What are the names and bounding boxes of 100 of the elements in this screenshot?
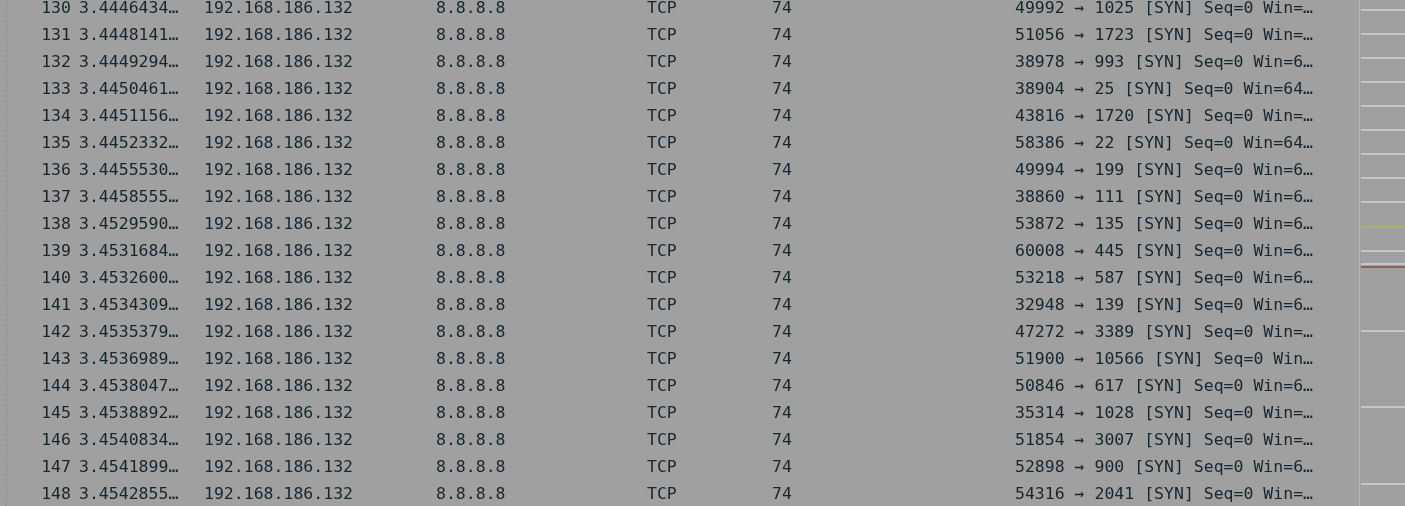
protocol: TCP: [647, 160, 677, 180]
packet-time: 3.4529590…: [79, 214, 179, 234]
packet-info: 52898 → 900 [SYN] Seq=0 Win=6…: [1015, 457, 1313, 477]
protocol: TCP: [647, 106, 677, 126]
destination-address: 8.8.8.8: [436, 106, 506, 126]
source-address: 192.168.186.132: [204, 133, 353, 153]
packet-length: 74: [772, 106, 792, 126]
protocol: TCP: [647, 484, 677, 504]
protocol: TCP: [647, 0, 677, 18]
destination-address: 8.8.8.8: [436, 79, 506, 99]
protocol: TCP: [647, 214, 677, 234]
source-address: 192.168.186.132: [204, 295, 353, 315]
packet-info: 53218 → 587 [SYN] Seq=0 Win=6…: [1015, 268, 1313, 288]
packet-number: 148: [41, 484, 72, 504]
destination-address: 8.8.8.8: [436, 52, 506, 72]
protocol: TCP: [647, 25, 677, 45]
source-address: 192.168.186.132: [204, 52, 353, 72]
packet-time: 3.4451156…: [79, 106, 179, 126]
packet-number: 132: [41, 52, 72, 72]
source-address: 192.168.186.132: [204, 376, 353, 396]
packet-time: 3.4536989…: [79, 349, 179, 369]
source-address: 192.168.186.132: [204, 79, 353, 99]
packet-length: 74: [772, 0, 792, 18]
packet-number: 144: [41, 376, 72, 396]
destination-address: 8.8.8.8: [436, 133, 506, 153]
packet-number: 136: [41, 160, 72, 180]
packet-info: 50846 → 617 [SYN] Seq=0 Win=6…: [1015, 376, 1313, 396]
packet-time: 3.4532600…: [79, 268, 179, 288]
packet-length: 74: [772, 160, 792, 180]
destination-address: 8.8.8.8: [436, 349, 506, 369]
packet-length: 74: [772, 376, 792, 396]
source-address: 192.168.186.132: [204, 430, 353, 450]
packet-time: 3.4455530…: [79, 160, 179, 180]
packet-time: 3.4448141…: [79, 25, 179, 45]
source-address: 192.168.186.132: [204, 241, 353, 261]
packet-length: 74: [772, 187, 792, 207]
packet-number: 134: [41, 106, 72, 126]
packet-info: 38904 → 25 [SYN] Seq=0 Win=64…: [1015, 79, 1313, 99]
packet-time: 3.4449294…: [79, 52, 179, 72]
packet-time: 3.4535379…: [79, 322, 179, 342]
packet-number: 141: [41, 295, 72, 315]
source-address: 192.168.186.132: [204, 322, 353, 342]
protocol: TCP: [647, 79, 677, 99]
packet-length: 74: [772, 79, 792, 99]
packet-length: 74: [772, 457, 792, 477]
packet-info: 60008 → 445 [SYN] Seq=0 Win=6…: [1015, 241, 1313, 261]
packet-time: 3.4538047…: [79, 376, 179, 396]
packet-time: 3.4446434…: [79, 0, 179, 18]
packet-length: 74: [772, 295, 792, 315]
destination-address: 8.8.8.8: [436, 376, 506, 396]
packet-length: 74: [772, 403, 792, 423]
packet-number: 142: [41, 322, 72, 342]
packet-number: 130: [41, 0, 72, 18]
source-address: 192.168.186.132: [204, 349, 353, 369]
protocol: TCP: [647, 457, 677, 477]
destination-address: 8.8.8.8: [436, 0, 506, 18]
packet-info: 51056 → 1723 [SYN] Seq=0 Win=…: [1015, 25, 1313, 45]
source-address: 192.168.186.132: [204, 160, 353, 180]
destination-address: 8.8.8.8: [436, 295, 506, 315]
destination-address: 8.8.8.8: [436, 214, 506, 234]
source-address: 192.168.186.132: [204, 484, 353, 504]
packet-info: 38978 → 993 [SYN] Seq=0 Win=6…: [1015, 52, 1313, 72]
packet-number: 137: [41, 187, 72, 207]
packet-time: 3.4540834…: [79, 430, 179, 450]
destination-address: 8.8.8.8: [436, 322, 506, 342]
packet-number: 131: [41, 25, 72, 45]
packet-info: 51854 → 3007 [SYN] Seq=0 Win=…: [1015, 430, 1313, 450]
protocol: TCP: [647, 187, 677, 207]
packet-number: 133: [41, 79, 72, 99]
packet-info: 54316 → 2041 [SYN] Seq=0 Win=…: [1015, 484, 1313, 504]
packet-info: 38860 → 111 [SYN] Seq=0 Win=6…: [1015, 187, 1313, 207]
packet-time: 3.4450461…: [79, 79, 179, 99]
packet-info: 58386 → 22 [SYN] Seq=0 Win=64…: [1015, 133, 1313, 153]
destination-address: 8.8.8.8: [436, 268, 506, 288]
protocol: TCP: [647, 52, 677, 72]
packet-length: 74: [772, 268, 792, 288]
packet-info: 35314 → 1028 [SYN] Seq=0 Win=…: [1015, 403, 1313, 423]
packet-length: 74: [772, 25, 792, 45]
packet-number: 147: [41, 457, 72, 477]
destination-address: 8.8.8.8: [436, 25, 506, 45]
destination-address: 8.8.8.8: [436, 160, 506, 180]
protocol: TCP: [647, 322, 677, 342]
destination-address: 8.8.8.8: [436, 484, 506, 504]
packet-number: 146: [41, 430, 72, 450]
protocol: TCP: [647, 268, 677, 288]
packet-length: 74: [772, 430, 792, 450]
packet-number: 138: [41, 214, 72, 234]
packet-info: 49994 → 199 [SYN] Seq=0 Win=6…: [1015, 160, 1313, 180]
packet-time: 3.4542855…: [79, 484, 179, 504]
packet-length: 74: [772, 241, 792, 261]
packet-info: 49992 → 1025 [SYN] Seq=0 Win=…: [1015, 0, 1313, 18]
source-address: 192.168.186.132: [204, 457, 353, 477]
source-address: 192.168.186.132: [204, 403, 353, 423]
source-address: 192.168.186.132: [204, 106, 353, 126]
source-address: 192.168.186.132: [204, 25, 353, 45]
protocol: TCP: [647, 376, 677, 396]
packet-time: 3.4534309…: [79, 295, 179, 315]
packet-number: 145: [41, 403, 72, 423]
packet-number: 135: [41, 133, 72, 153]
packet-info: 47272 → 3389 [SYN] Seq=0 Win=…: [1015, 322, 1313, 342]
